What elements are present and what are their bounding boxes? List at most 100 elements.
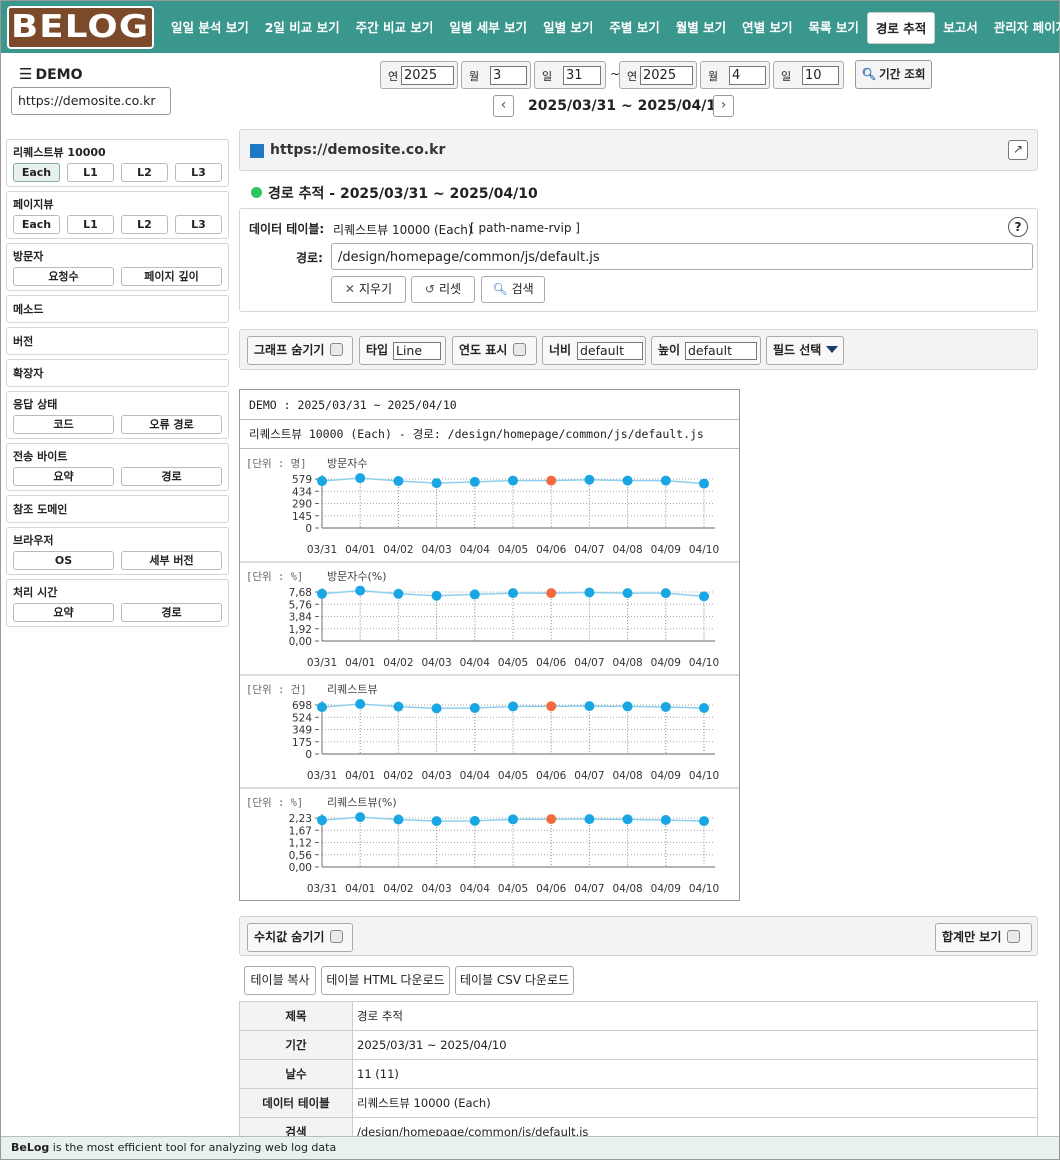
nav-item-4[interactable]: 일별 보기: [535, 12, 601, 44]
nav-item-1[interactable]: 2일 비교 보기: [257, 12, 348, 44]
period-query-button[interactable]: 🔍︎ 기간 조회: [855, 60, 932, 89]
x-tick-label: 04/02: [383, 544, 413, 556]
series-title: 리퀘스트뷰: [327, 683, 378, 696]
sidebar-group-7: 전송 바이트 요약 경로: [6, 443, 229, 491]
copy-table-button[interactable]: 테이블 복사: [244, 966, 316, 995]
hide-graph-label: 그래프 숨기기: [254, 343, 325, 357]
x-tick-label: 04/03: [421, 544, 451, 556]
sidebar-button[interactable]: L1: [67, 215, 114, 234]
chart-header-filter: 리퀘스트뷰 10000 (Each) - 경로: /design/homepag…: [240, 420, 739, 449]
to-year-input[interactable]: 2025: [640, 66, 693, 85]
data-point: [622, 701, 633, 712]
sidebar-button[interactable]: 페이지 깊이: [121, 267, 222, 286]
data-point: [508, 475, 518, 486]
sidebar-button[interactable]: 요약: [13, 467, 114, 486]
search-button[interactable]: 🔍︎ 검색: [481, 276, 545, 303]
total-only-toggle[interactable]: 합계만 보기: [935, 923, 1032, 952]
sidebar-group-1: 페이지뷰 Each L1 L2 L3: [6, 191, 229, 239]
from-year-label: 연: [388, 70, 399, 83]
download-csv-button[interactable]: 테이블 CSV 다운로드: [455, 966, 574, 995]
sidebar-button[interactable]: L2: [121, 163, 168, 182]
from-month-input[interactable]: 3: [490, 66, 527, 85]
path-input[interactable]: /design/homepage/common/js/default.js: [331, 243, 1033, 270]
to-day-input[interactable]: 10: [802, 66, 839, 85]
reset-button[interactable]: ↺ 리셋: [411, 276, 475, 303]
x-tick-label: 03/31: [307, 544, 337, 556]
hamburger-menu-icon[interactable]: ☰: [19, 65, 32, 83]
sidebar-button[interactable]: 경로: [121, 467, 222, 486]
sidebar-group-3[interactable]: 메소드: [6, 295, 229, 323]
to-month-input[interactable]: 4: [729, 66, 766, 85]
table-options-bar: 수치값 숨기기 합계만 보기: [239, 916, 1038, 956]
sidebar-button[interactable]: L3: [175, 215, 222, 234]
search-icon: 🔍︎: [492, 282, 508, 296]
x-tick-label: 04/09: [651, 657, 681, 669]
field-select-button[interactable]: 필드 선택: [766, 336, 844, 365]
hide-graph-checkbox[interactable]: [330, 343, 344, 356]
data-point: [355, 473, 366, 484]
sidebar-group-title[interactable]: 참조 도메인: [13, 501, 222, 517]
data-table-label: 데이터 테이블:: [249, 222, 325, 236]
sidebar-button[interactable]: 요약: [13, 603, 114, 622]
help-button[interactable]: ?: [1008, 217, 1028, 237]
nav-item-8[interactable]: 목록 보기: [801, 12, 867, 44]
sidebar-button[interactable]: Each: [13, 163, 60, 182]
series-title: 리퀘스트뷰(%): [327, 796, 397, 809]
sidebar-group-title[interactable]: 확장자: [13, 365, 222, 381]
sidebar-button[interactable]: OS: [13, 551, 114, 570]
belog-logo[interactable]: BELOG: [7, 6, 154, 49]
height-input[interactable]: default: [685, 342, 757, 360]
from-day-input[interactable]: 31: [563, 66, 601, 85]
data-point: [393, 814, 404, 825]
data-point: [431, 703, 442, 714]
width-input[interactable]: default: [577, 342, 643, 360]
from-year-box: 연 2025: [380, 61, 458, 89]
site-url-field[interactable]: https://demosite.co.kr: [11, 87, 171, 115]
sidebar-button[interactable]: 세부 버전: [121, 551, 222, 570]
nav-item-7[interactable]: 연별 보기: [734, 12, 800, 44]
hide-graph-toggle[interactable]: 그래프 숨기기: [247, 336, 353, 365]
hide-values-checkbox[interactable]: [330, 930, 344, 943]
sidebar-group-title[interactable]: 버전: [13, 333, 222, 349]
show-year-toggle[interactable]: 연도 표시: [452, 336, 537, 365]
hide-values-toggle[interactable]: 수치값 숨기기: [247, 923, 353, 952]
x-tick-label: 04/07: [574, 657, 604, 669]
sidebar-group-title: 리퀘스트뷰 10000: [13, 146, 106, 159]
sidebar-button[interactable]: Each: [13, 215, 60, 234]
type-input[interactable]: Line: [393, 342, 441, 360]
nav-item-2[interactable]: 주간 비교 보기: [348, 12, 442, 44]
sidebar-button[interactable]: 경로: [121, 603, 222, 622]
show-year-checkbox[interactable]: [513, 343, 527, 356]
x-tick-label: 04/01: [345, 770, 375, 782]
status-dot-icon: [251, 187, 262, 198]
x-tick-label: 04/07: [574, 544, 604, 556]
sidebar-button[interactable]: L3: [175, 163, 222, 182]
sidebar-button[interactable]: 코드: [13, 415, 114, 434]
reset-icon: ↺: [424, 282, 435, 296]
prev-period-button[interactable]: ‹: [493, 95, 514, 117]
nav-item-3[interactable]: 일별 세부 보기: [441, 12, 535, 44]
external-link-icon[interactable]: ↗: [1008, 140, 1028, 160]
nav-item-5[interactable]: 주별 보기: [601, 12, 667, 44]
total-only-checkbox[interactable]: [1007, 930, 1021, 943]
clear-button[interactable]: ✕ 지우기: [331, 276, 406, 303]
table-value: 11 (11): [352, 1059, 1038, 1089]
sidebar-group-4[interactable]: 버전: [6, 327, 229, 355]
next-period-button[interactable]: ›: [713, 95, 734, 117]
sidebar-button[interactable]: 요청수: [13, 267, 114, 286]
sidebar-group-5[interactable]: 확장자: [6, 359, 229, 387]
sidebar-button[interactable]: L2: [121, 215, 168, 234]
width-label: 너비: [549, 343, 572, 357]
sidebar-button[interactable]: 오류 경로: [121, 415, 222, 434]
nav-item-0[interactable]: 일일 분석 보기: [163, 12, 257, 44]
nav-item-10[interactable]: 보고서: [935, 12, 986, 44]
sidebar-group-title[interactable]: 메소드: [13, 301, 222, 317]
nav-item-11[interactable]: 관리자 페이지: [986, 12, 1060, 44]
sidebar-group-8[interactable]: 참조 도메인: [6, 495, 229, 523]
from-year-input[interactable]: 2025: [401, 66, 454, 85]
sidebar-button[interactable]: L1: [67, 163, 114, 182]
site-title[interactable]: ☰ DEMO: [19, 65, 82, 83]
nav-item-6[interactable]: 월별 보기: [668, 12, 734, 44]
nav-item-9[interactable]: 경로 추적: [866, 12, 936, 44]
download-html-button[interactable]: 테이블 HTML 다운로드: [321, 966, 450, 995]
